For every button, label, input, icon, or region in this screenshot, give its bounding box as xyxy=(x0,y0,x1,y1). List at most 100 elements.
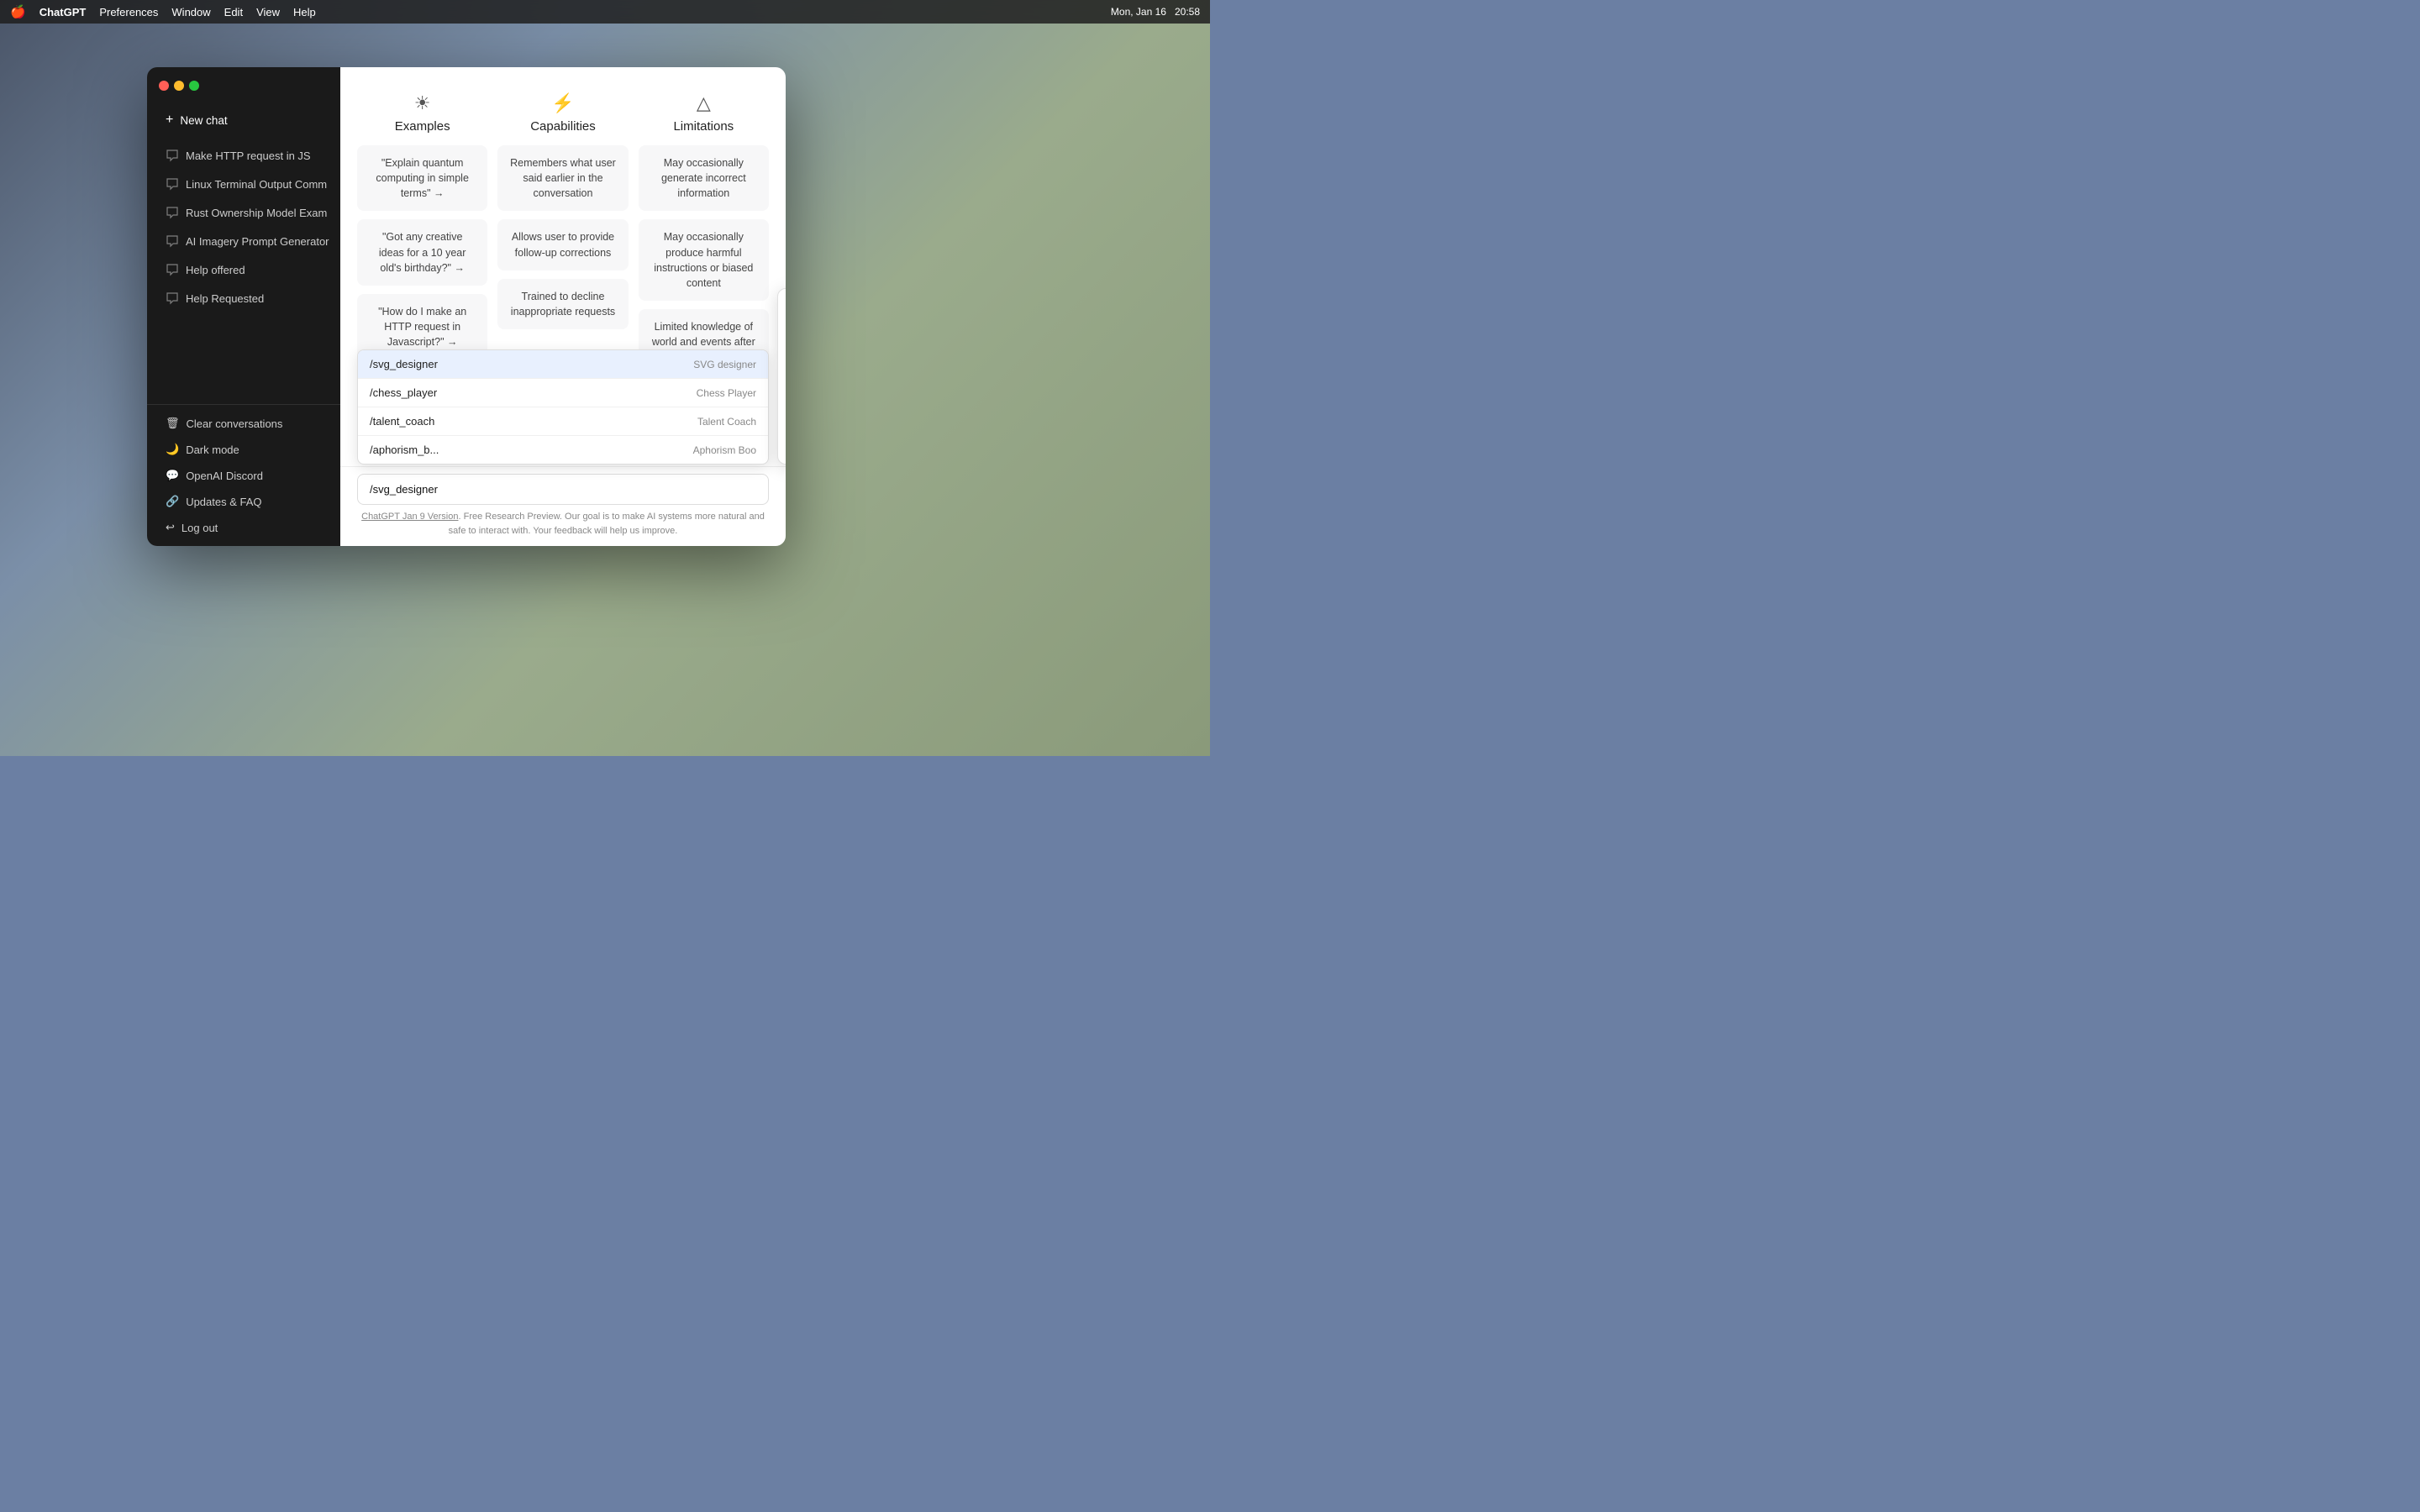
sidebar-item-help-offered[interactable]: Help offered xyxy=(154,256,334,283)
main-content: ☀ Examples "Explain quantum computing in… xyxy=(340,67,786,546)
new-chat-button[interactable]: + New chat xyxy=(154,106,334,134)
limitation-card-text-1: May occasionally produce harmful instruc… xyxy=(654,231,753,288)
menubar-left: 🍎 ChatGPT Preferences Window Edit View H… xyxy=(10,4,316,19)
sidebar-bottom: 🗑 Clear conversations 🌙 Dark mode 💬 Open… xyxy=(147,404,340,546)
autocomplete-cmd-0: /svg_designer xyxy=(370,358,438,370)
chat-icon-1 xyxy=(166,177,179,191)
sun-icon: ☀ xyxy=(357,92,487,114)
autocomplete-cmd-2: /talent_coach xyxy=(370,415,434,428)
warning-icon: △ xyxy=(639,92,769,114)
discord-label: OpenAI Discord xyxy=(186,470,263,482)
discord-btn[interactable]: 💬 OpenAI Discord xyxy=(154,463,334,488)
discord-icon: 💬 xyxy=(166,469,179,482)
plus-icon: + xyxy=(166,113,173,128)
sidebar-item-label-4: Help offered xyxy=(186,264,245,276)
apple-menu[interactable]: 🍎 xyxy=(10,4,26,19)
sidebar: + New chat Make HTTP request in JS Linux… xyxy=(147,67,340,546)
limitations-column: △ Limitations May occasionally generate … xyxy=(639,92,769,383)
input-area: /svg_designer SVG designer /chess_player… xyxy=(357,474,769,505)
sidebar-item-label-1: Linux Terminal Output Comm xyxy=(186,178,327,191)
app-window: + New chat Make HTTP request in JS Linux… xyxy=(147,67,786,546)
example-card-text-2: "How do I make an HTTP request in Javasc… xyxy=(378,306,466,348)
sidebar-item-label-0: Make HTTP request in JS xyxy=(186,150,311,162)
sidebar-item-rust[interactable]: Rust Ownership Model Exam xyxy=(154,199,334,226)
example-card-text-0: "Explain quantum computing in simple ter… xyxy=(376,157,468,199)
moon-icon: 🌙 xyxy=(166,443,179,456)
autocomplete-desc-0: SVG designer xyxy=(693,359,756,370)
main-footer: /svg_designer SVG designer /chess_player… xyxy=(340,466,786,546)
logout-btn[interactable]: ↩ Log out xyxy=(154,515,334,540)
menubar-time: 20:58 xyxy=(1175,6,1200,18)
autocomplete-dropdown[interactable]: /svg_designer SVG designer /chess_player… xyxy=(357,349,769,465)
lightning-icon: ⚡ xyxy=(497,92,628,114)
examples-header: ☀ Examples xyxy=(357,92,487,134)
sidebar-item-help-requested[interactable]: Help Requested xyxy=(154,285,334,312)
dark-mode-label: Dark mode xyxy=(186,444,239,456)
window-menu[interactable]: Window xyxy=(171,6,210,18)
tooltip-popup: I would like you to act as an SVG design… xyxy=(777,288,786,465)
capability-card-2: Trained to decline inappropriate request… xyxy=(497,279,628,329)
fullscreen-button[interactable] xyxy=(189,81,199,91)
menubar-right: Mon, Jan 16 20:58 xyxy=(1111,6,1200,18)
sidebar-item-ai-imagery[interactable]: AI Imagery Prompt Generator xyxy=(154,228,334,255)
autocomplete-desc-3: Aphorism Boo xyxy=(693,444,756,456)
limitation-card-0: May occasionally generate incorrect info… xyxy=(639,145,769,211)
capabilities-title: Capabilities xyxy=(497,119,628,134)
example-card-text-1: "Got any creative ideas for a 10 year ol… xyxy=(379,231,466,273)
sidebar-item-label-5: Help Requested xyxy=(186,292,264,305)
dark-mode-btn[interactable]: 🌙 Dark mode xyxy=(154,437,334,462)
menubar: 🍎 ChatGPT Preferences Window Edit View H… xyxy=(0,0,1210,24)
menubar-date: Mon, Jan 16 xyxy=(1111,6,1166,18)
examples-title: Examples xyxy=(357,119,487,134)
traffic-lights xyxy=(159,81,199,91)
limitations-header: △ Limitations xyxy=(639,92,769,134)
footer-version-link[interactable]: ChatGPT Jan 9 Version xyxy=(361,512,458,522)
link-icon: 🔗 xyxy=(166,495,179,508)
faq-btn[interactable]: 🔗 Updates & FAQ xyxy=(154,489,334,514)
edit-menu[interactable]: Edit xyxy=(224,6,243,18)
view-menu[interactable]: View xyxy=(256,6,280,18)
close-button[interactable] xyxy=(159,81,169,91)
chat-icon-5 xyxy=(166,291,179,305)
capability-card-1: Allows user to provide follow-up correct… xyxy=(497,219,628,270)
minimize-button[interactable] xyxy=(174,81,184,91)
autocomplete-item-2[interactable]: /talent_coach Talent Coach xyxy=(358,407,768,436)
sidebar-item-linux[interactable]: Linux Terminal Output Comm xyxy=(154,171,334,197)
titlebar xyxy=(147,67,340,104)
autocomplete-item-3[interactable]: /aphorism_b... Aphorism Boo xyxy=(358,436,768,464)
sidebar-item-label-2: Rust Ownership Model Exam xyxy=(186,207,327,219)
help-menu[interactable]: Help xyxy=(293,6,316,18)
new-chat-label: New chat xyxy=(180,114,227,127)
capabilities-header: ⚡ Capabilities xyxy=(497,92,628,134)
faq-label: Updates & FAQ xyxy=(186,496,261,508)
clear-conversations-label: Clear conversations xyxy=(187,417,283,430)
clear-conversations-btn[interactable]: 🗑 Clear conversations xyxy=(154,411,334,436)
autocomplete-desc-1: Chess Player xyxy=(697,387,756,399)
limitations-title: Limitations xyxy=(639,119,769,134)
example-card-0[interactable]: "Explain quantum computing in simple ter… xyxy=(357,145,487,211)
autocomplete-cmd-3: /aphorism_b... xyxy=(370,444,439,456)
chat-icon-3 xyxy=(166,234,179,248)
chat-icon-0 xyxy=(166,149,179,162)
chat-input[interactable] xyxy=(357,474,769,505)
autocomplete-item-0[interactable]: /svg_designer SVG designer xyxy=(358,350,768,379)
limitation-card-1: May occasionally produce harmful instruc… xyxy=(639,219,769,301)
preferences-menu[interactable]: Preferences xyxy=(99,6,158,18)
autocomplete-cmd-1: /chess_player xyxy=(370,386,437,399)
app-name-menu[interactable]: ChatGPT xyxy=(39,6,87,18)
logout-icon: ↩ xyxy=(166,521,175,534)
capabilities-column: ⚡ Capabilities Remembers what user said … xyxy=(497,92,628,383)
chat-icon-4 xyxy=(166,263,179,276)
chat-icon-2 xyxy=(166,206,179,219)
limitation-card-text-0: May occasionally generate incorrect info… xyxy=(661,157,746,199)
logout-label: Log out xyxy=(182,522,218,534)
sidebar-item-http[interactable]: Make HTTP request in JS xyxy=(154,142,334,169)
columns-grid: ☀ Examples "Explain quantum computing in… xyxy=(357,92,769,383)
capability-card-text-2: Trained to decline inappropriate request… xyxy=(511,291,615,318)
capability-card-text-1: Allows user to provide follow-up correct… xyxy=(512,231,614,258)
example-card-1[interactable]: "Got any creative ideas for a 10 year ol… xyxy=(357,219,487,285)
autocomplete-item-1[interactable]: /chess_player Chess Player xyxy=(358,379,768,407)
capability-card-text-0: Remembers what user said earlier in the … xyxy=(510,157,616,199)
autocomplete-desc-2: Talent Coach xyxy=(697,416,756,428)
footer-description: . Free Research Preview. Our goal is to … xyxy=(449,512,765,536)
